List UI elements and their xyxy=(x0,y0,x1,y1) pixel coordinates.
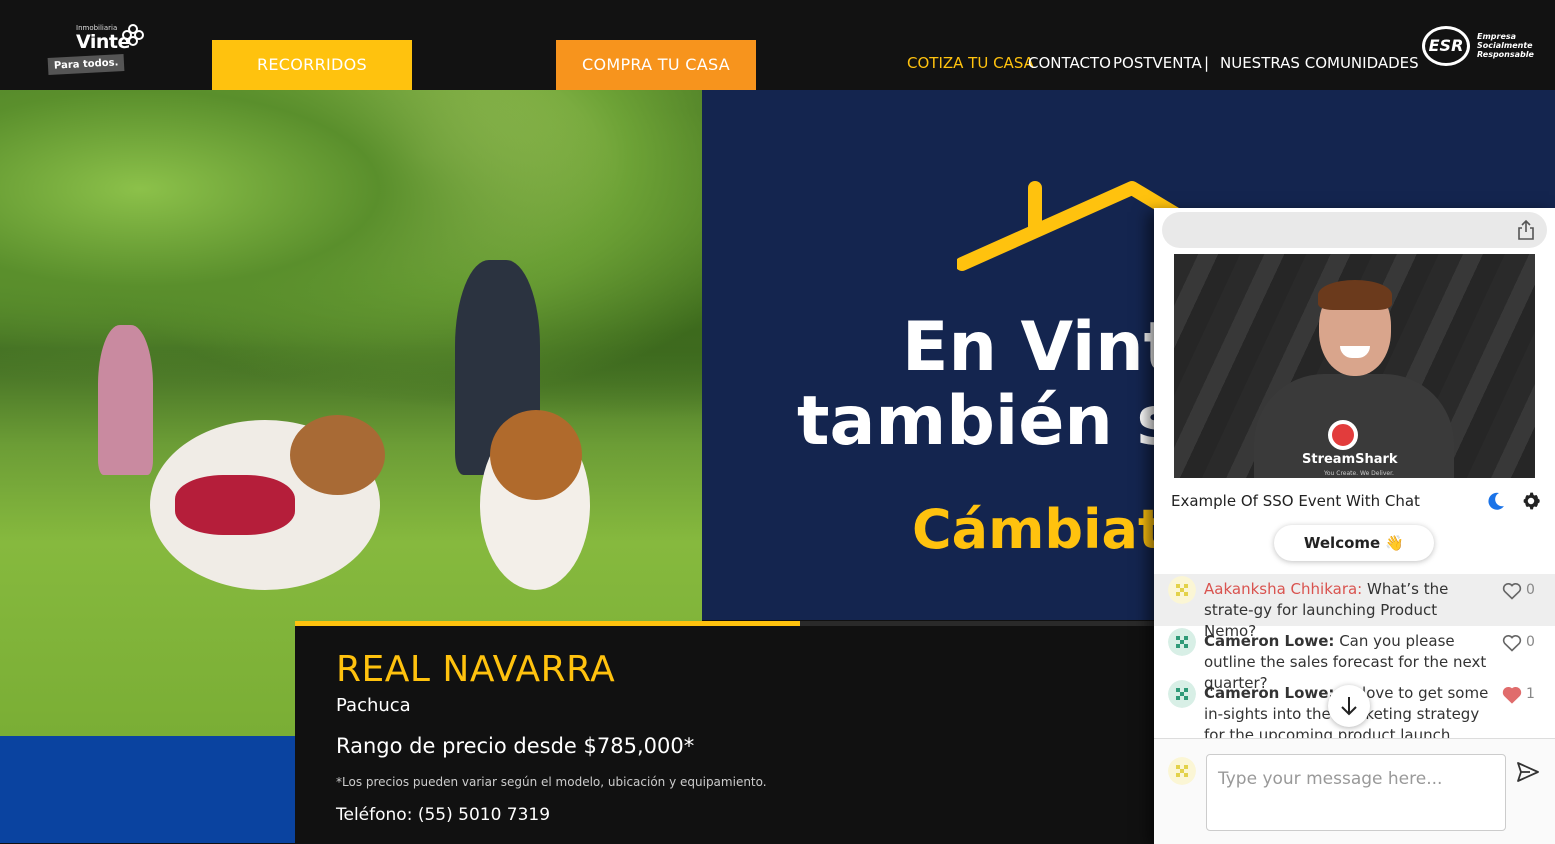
arrow-down-icon xyxy=(1341,697,1357,716)
listing-title: REAL NAVARRA xyxy=(336,649,616,690)
chat-message: Aakanksha Chhikara: What’s the strate-gy… xyxy=(1154,574,1555,640)
listing-card: REAL NAVARRA Pachuca Rango de precio des… xyxy=(295,621,1155,843)
nav-separator: | xyxy=(1204,54,1210,72)
banner-line-1: En Vint xyxy=(902,308,1177,387)
card-accent-bar xyxy=(295,621,800,626)
live-event-widget: StreamShark You Create. We Deliver. Exam… xyxy=(1154,208,1555,844)
message-input[interactable]: Type your message here... xyxy=(1206,754,1506,831)
user-avatar-icon xyxy=(1168,576,1196,604)
like-count: 1 xyxy=(1526,686,1535,702)
like-heart-icon[interactable] xyxy=(1502,582,1522,600)
chat-author[interactable]: Aakanksha Chhikara: xyxy=(1204,580,1362,598)
welcome-chip[interactable]: Welcome 👋 xyxy=(1274,525,1434,561)
esr-logo: ESR Empresa Socialmente Responsable xyxy=(1422,24,1534,72)
esr-line: Empresa xyxy=(1477,32,1517,41)
listing-city: Pachuca xyxy=(336,695,411,716)
blue-accent-band xyxy=(0,736,295,843)
video-shirt-brand: StreamShark xyxy=(1302,452,1398,467)
virtual-tours-button[interactable]: RECORRIDOS VIRTUALES xyxy=(212,40,412,124)
like-count: 0 xyxy=(1526,634,1535,650)
listing-phone[interactable]: Teléfono: (55) 5010 7319 xyxy=(336,805,550,825)
my-avatar-icon xyxy=(1168,757,1196,785)
photo-dog-left-harness xyxy=(175,475,295,535)
listing-price: Rango de precio desde $785,000* xyxy=(336,734,695,758)
vinte-logo[interactable]: Inmobiliaria Vinte Para todos. xyxy=(46,22,148,76)
top-navigation-bar: Inmobiliaria Vinte Para todos. RECORRIDO… xyxy=(0,0,1555,124)
photo-person-woman xyxy=(98,325,153,475)
video-player[interactable]: StreamShark You Create. We Deliver. xyxy=(1174,254,1535,478)
like-heart-icon[interactable] xyxy=(1502,634,1522,652)
photo-dog-right-head xyxy=(490,410,582,500)
esr-line: Responsable xyxy=(1477,50,1534,59)
dark-mode-moon-icon[interactable] xyxy=(1486,491,1506,511)
card-divider xyxy=(800,621,1155,626)
user-avatar-icon xyxy=(1168,628,1196,656)
photo-dog-left-head xyxy=(290,415,385,495)
esr-text: Empresa Socialmente Responsable xyxy=(1477,32,1534,59)
settings-gear-icon[interactable] xyxy=(1520,490,1542,512)
nav-contacto[interactable]: CONTACTO xyxy=(1028,54,1111,72)
logo-tagline: Para todos. xyxy=(47,54,125,75)
buy-online-button[interactable]: COMPRA TU CASA ONLINE xyxy=(556,40,756,124)
video-shirt-tagline: You Create. We Deliver. xyxy=(1324,470,1394,477)
share-icon[interactable] xyxy=(1517,219,1535,241)
streamshark-logo-icon xyxy=(1328,420,1358,450)
widget-url-bar[interactable] xyxy=(1162,212,1547,248)
user-avatar-icon xyxy=(1168,680,1196,708)
like-count: 0 xyxy=(1526,582,1535,598)
logo-plus-icon xyxy=(122,24,144,46)
scroll-to-bottom-button[interactable] xyxy=(1328,685,1370,727)
chat-composer: Type your message here... xyxy=(1154,738,1555,844)
send-icon[interactable] xyxy=(1516,761,1540,783)
event-title: Example Of SSO Event With Chat xyxy=(1171,492,1420,510)
chat-author[interactable]: Cameron Lowe: xyxy=(1204,684,1334,702)
chat-message: Cameron Lowe: Can you please outline the… xyxy=(1154,626,1555,692)
listing-price-note: *Los precios pueden variar según el mode… xyxy=(336,775,767,789)
nav-cotiza[interactable]: COTIZA TU CASA xyxy=(907,54,1034,72)
liked-heart-icon[interactable] xyxy=(1502,686,1522,704)
nav-postventa[interactable]: POSTVENTA xyxy=(1113,54,1202,72)
esr-line: Socialmente xyxy=(1477,41,1533,50)
video-presenter-hair xyxy=(1318,280,1392,310)
chat-author[interactable]: Cameron Lowe: xyxy=(1204,632,1334,650)
nav-comunidades[interactable]: NUESTRAS COMUNIDADES xyxy=(1220,54,1419,72)
esr-mark: ESR xyxy=(1422,26,1470,66)
